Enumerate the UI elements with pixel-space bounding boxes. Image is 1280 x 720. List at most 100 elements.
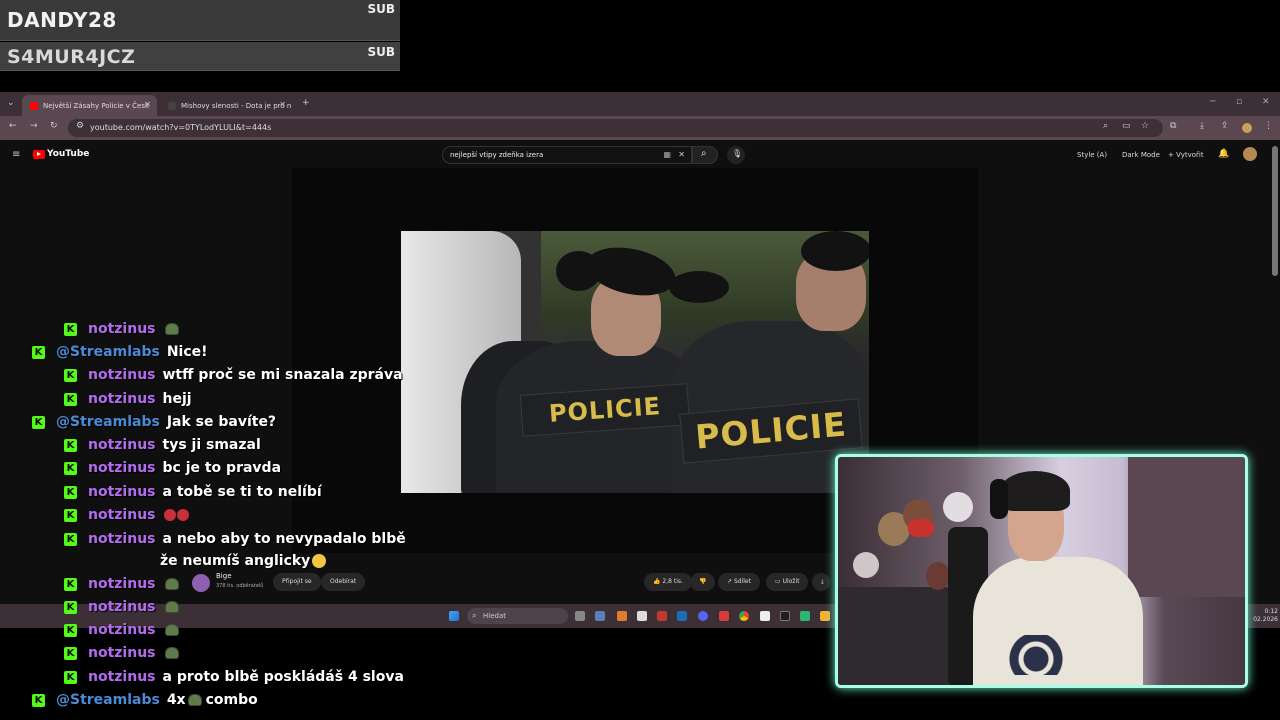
kick-badge-icon: K xyxy=(64,670,77,684)
app-icon[interactable] xyxy=(719,611,729,621)
keyboard-icon[interactable]: ▦ xyxy=(663,147,671,163)
chat-username[interactable]: @Streamlabs xyxy=(56,344,160,360)
streamer-hair xyxy=(1000,471,1070,511)
kick-badge-icon: K xyxy=(64,368,77,382)
share-label: Sdílet xyxy=(733,578,751,585)
chat-username[interactable]: notzinus xyxy=(88,391,156,407)
kick-badge-icon: K xyxy=(64,508,77,522)
chat-text: 4x xyxy=(166,692,186,708)
dislike-button[interactable]: 👎 xyxy=(690,573,716,591)
discord-icon[interactable] xyxy=(698,611,708,621)
chat-message: Knotzinus xyxy=(64,504,189,526)
search-button[interactable]: ⌕ xyxy=(692,146,718,164)
file-explorer-icon[interactable] xyxy=(820,611,830,621)
style-button[interactable]: Style (A) xyxy=(1077,151,1107,159)
clock-time: 0:12 xyxy=(1264,608,1278,615)
app-icon[interactable] xyxy=(780,611,790,621)
app-icon[interactable] xyxy=(760,611,770,621)
share-button[interactable]: ↗ Sdílet xyxy=(718,573,760,591)
profile-avatar[interactable] xyxy=(1242,123,1252,133)
angry-emoji-icon xyxy=(163,509,176,521)
chat-message: Knotzinus xyxy=(64,573,179,595)
like-button[interactable]: 👍 2,8 tis. xyxy=(644,573,692,591)
kick-badge-icon: K xyxy=(64,461,77,475)
task-view-icon[interactable] xyxy=(575,611,585,621)
chat-text: Jak se bavíte? xyxy=(166,414,277,430)
chat-text: bc je to pravda xyxy=(162,460,282,476)
plush-toy xyxy=(853,552,879,578)
chat-message: Knotzinus a proto blbě poskládáš 4 slova xyxy=(64,666,404,688)
angry-emoji-icon xyxy=(176,509,189,521)
officer-beret xyxy=(669,271,729,303)
plush-toy xyxy=(943,492,973,522)
share-arrow-icon: ↗ xyxy=(727,578,734,585)
chat-username[interactable]: notzinus xyxy=(88,437,156,453)
taskbar-search-placeholder: Hledat xyxy=(483,612,506,620)
app-icon[interactable] xyxy=(617,611,627,621)
account-avatar[interactable] xyxy=(1243,147,1257,161)
kick-badge-icon: K xyxy=(64,532,77,546)
frog-emote-icon xyxy=(164,624,179,636)
notifications-bell-icon[interactable]: 🔔 xyxy=(1218,149,1229,159)
page-scrollbar[interactable] xyxy=(1272,146,1278,276)
cast-icon[interactable]: ▭ xyxy=(1122,122,1131,131)
share-icon[interactable]: ⇪ xyxy=(1221,122,1229,131)
chat-username[interactable]: notzinus xyxy=(88,645,156,661)
download-button[interactable]: ⤓ xyxy=(812,573,830,591)
chat-username[interactable]: notzinus xyxy=(88,599,156,615)
minimize-icon[interactable]: ─ xyxy=(1210,97,1215,107)
chat-message: Knotzinus wtff proč se mi snazala zpráva xyxy=(64,364,403,386)
thumbs-up-icon: 👍 xyxy=(653,578,663,585)
kick-badge-icon: K xyxy=(32,345,45,359)
chat-username[interactable]: notzinus xyxy=(88,321,156,337)
chat-message: Knotzinus tys ji smazal xyxy=(64,434,261,456)
chat-username[interactable]: notzinus xyxy=(88,460,156,476)
frog-emote-icon xyxy=(164,578,179,590)
chat-username[interactable]: @Streamlabs xyxy=(56,414,160,430)
menu-icon[interactable]: ⋮ xyxy=(1264,122,1273,131)
frog-emote-icon xyxy=(164,601,179,613)
app-icon[interactable] xyxy=(595,611,605,621)
kick-badge-icon: K xyxy=(64,392,77,406)
voice-search-button[interactable]: 🎙 xyxy=(727,146,745,164)
bookmark-star-icon[interactable]: ☆ xyxy=(1141,122,1149,131)
dark-mode-button[interactable]: Dark Mode xyxy=(1122,151,1160,159)
clear-search-icon[interactable]: ✕ xyxy=(678,147,685,163)
kick-badge-icon: K xyxy=(64,623,77,637)
save-button[interactable]: ▭ Uložit xyxy=(766,573,809,591)
chat-username[interactable]: notzinus xyxy=(88,531,156,547)
close-window-icon[interactable]: ✕ xyxy=(1262,97,1270,107)
chrome-icon[interactable] xyxy=(739,611,749,621)
headset xyxy=(990,479,1008,519)
create-button[interactable]: + Vytvořit xyxy=(1168,151,1204,159)
thumbs-down-icon: 👎 xyxy=(699,578,707,585)
search-icon: ⌕ xyxy=(701,148,707,159)
chat-username[interactable]: notzinus xyxy=(88,367,156,383)
chat-username[interactable]: notzinus xyxy=(88,484,156,500)
chat-message: Knotzinus hejj xyxy=(64,388,192,410)
save-label: Uložit xyxy=(782,578,800,585)
app-icon[interactable] xyxy=(637,611,647,621)
chat-message: Knotzinus xyxy=(64,619,179,641)
taskbar-search[interactable]: ⌕ Hledat xyxy=(467,608,568,624)
chat-text: wtff proč se mi snazala zpráva xyxy=(162,367,403,383)
chat-username[interactable]: notzinus xyxy=(88,622,156,638)
chat-username[interactable]: notzinus xyxy=(88,669,156,685)
chat-username[interactable]: @Streamlabs xyxy=(56,692,160,708)
app-icon[interactable] xyxy=(800,611,810,621)
chat-message: Knotzinus xyxy=(64,642,179,664)
kick-badge-icon: K xyxy=(64,577,77,591)
create-label: Vytvořit xyxy=(1176,151,1204,159)
steam-icon[interactable] xyxy=(677,611,687,621)
app-icon[interactable] xyxy=(657,611,667,621)
download-icon[interactable]: ⤓ xyxy=(1200,122,1204,131)
chat-message: Knotzinus a nebo aby to nevypadalo blbě xyxy=(64,528,406,550)
taskbar-clock[interactable]: 0:12 02.2026 xyxy=(1248,608,1278,624)
chat-text: hejj xyxy=(162,391,192,407)
chat-username[interactable]: notzinus xyxy=(88,507,156,523)
zoom-icon[interactable]: ⌕ xyxy=(1103,122,1108,131)
extensions-icon[interactable]: ⧉ xyxy=(1170,122,1176,131)
kick-badge-icon: K xyxy=(64,438,77,452)
maximize-icon[interactable]: ▫ xyxy=(1236,97,1242,107)
chat-username[interactable]: notzinus xyxy=(88,576,156,592)
